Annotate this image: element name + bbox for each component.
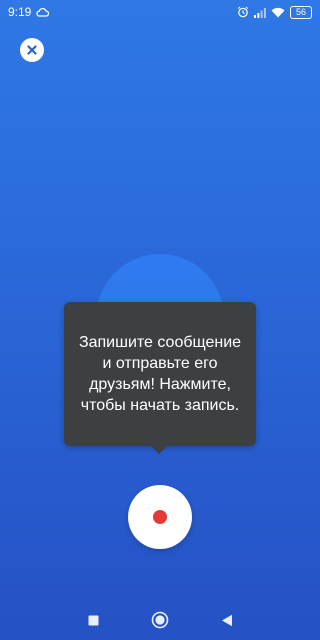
status-right: 56	[237, 5, 312, 19]
alarm-icon	[237, 6, 249, 18]
home-icon	[151, 611, 169, 629]
record-button[interactable]	[128, 485, 192, 549]
back-button[interactable]	[217, 610, 237, 630]
record-dot-icon	[153, 510, 167, 524]
wifi-icon	[271, 7, 285, 18]
battery-icon: 56	[290, 5, 312, 19]
status-time: 9:19	[8, 5, 32, 19]
back-icon	[221, 614, 233, 627]
tooltip-arrow	[150, 445, 168, 454]
recents-button[interactable]	[83, 610, 103, 630]
system-nav-bar	[0, 600, 320, 640]
close-icon	[27, 45, 37, 55]
signal-icon	[254, 7, 266, 18]
home-button[interactable]	[150, 610, 170, 630]
cloud-icon	[36, 7, 50, 17]
close-button[interactable]	[20, 38, 44, 62]
status-bar: 9:19 56	[0, 0, 320, 24]
onboarding-tooltip: Запишите сообщение и отправьте его друзь…	[64, 302, 256, 446]
tooltip-text: Запишите сообщение и отправьте его друзь…	[78, 334, 242, 414]
recents-icon	[88, 615, 99, 626]
status-left: 9:19	[8, 5, 50, 19]
